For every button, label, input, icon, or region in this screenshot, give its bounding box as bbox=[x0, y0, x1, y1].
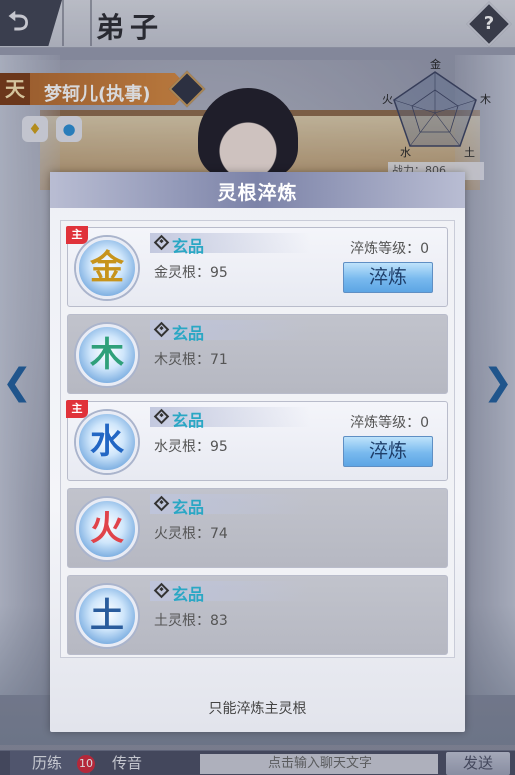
root-list: 主 金 玄品 金灵根：95 淬炼等级：0 淬炼 木 玄品 木灵根：71 主 水 … bbox=[60, 220, 455, 658]
root-value: 土灵根：83 bbox=[154, 613, 228, 629]
root-refine-dialog: 灵根淬炼 主 金 玄品 金灵根：95 淬炼等级：0 淬炼 木 玄品 木灵根：71… bbox=[50, 172, 465, 732]
root-card-water: 主 水 玄品 水灵根：95 淬炼等级：0 淬炼 bbox=[66, 400, 448, 481]
dialog-note: 只能淬炼主灵根 bbox=[208, 701, 307, 717]
root-grade: 玄品 bbox=[172, 498, 205, 517]
root-value: 水灵根：95 bbox=[154, 439, 228, 455]
refine-level: 淬炼等级：0 bbox=[350, 415, 429, 431]
root-grade: 玄品 bbox=[172, 411, 205, 430]
root-card-metal: 主 金 玄品 金灵根：95 淬炼等级：0 淬炼 bbox=[66, 226, 448, 307]
root-card-wood: 木 玄品 木灵根：71 bbox=[67, 314, 448, 394]
fire-root-icon: 火 bbox=[76, 498, 138, 560]
root-card-earth: 土 玄品 土灵根：83 bbox=[67, 575, 448, 655]
root-grade: 玄品 bbox=[172, 324, 205, 343]
main-root-tag: 主 bbox=[66, 400, 88, 418]
root-grade: 玄品 bbox=[172, 237, 205, 256]
root-card-fire: 火 玄品 火灵根：74 bbox=[67, 488, 448, 568]
main-root-tag: 主 bbox=[66, 226, 88, 244]
refine-button[interactable]: 淬炼 bbox=[343, 436, 433, 467]
refine-button[interactable]: 淬炼 bbox=[343, 262, 433, 293]
water-root-icon: 水 bbox=[76, 411, 138, 473]
dialog-title: 灵根淬炼 bbox=[217, 182, 298, 204]
root-value: 金灵根：95 bbox=[154, 265, 228, 281]
earth-root-icon: 土 bbox=[76, 585, 138, 647]
root-value: 木灵根：71 bbox=[154, 352, 228, 368]
metal-root-icon: 金 bbox=[76, 237, 138, 299]
root-grade: 玄品 bbox=[172, 585, 205, 604]
root-value: 火灵根：74 bbox=[154, 526, 228, 542]
refine-level: 淬炼等级：0 bbox=[350, 241, 429, 257]
wood-root-icon: 木 bbox=[76, 324, 138, 386]
